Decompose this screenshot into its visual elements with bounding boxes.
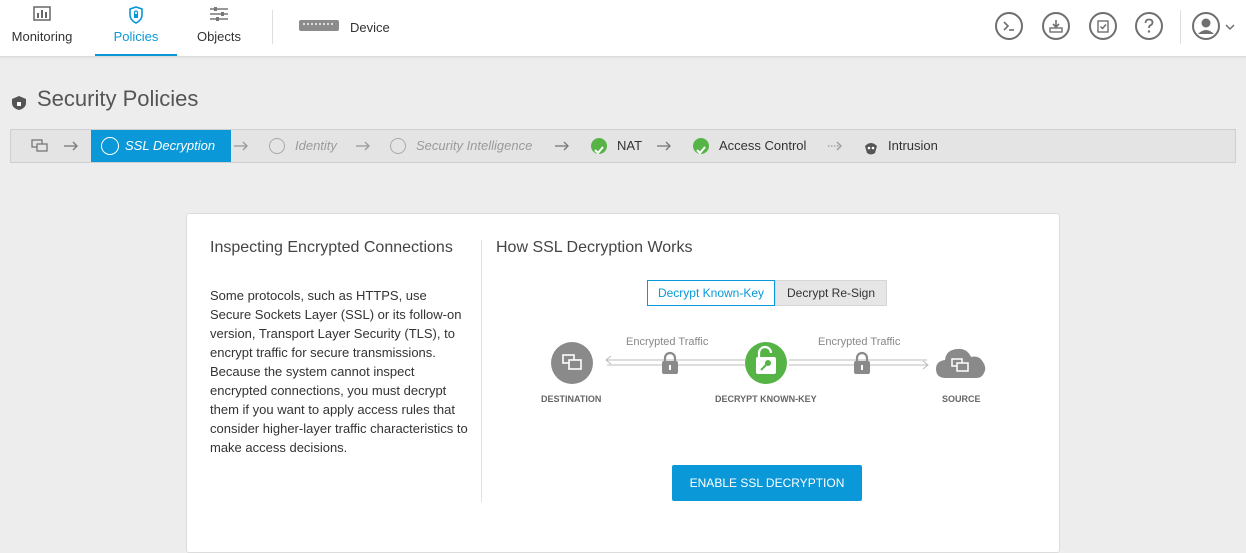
arrow-right-icon [657, 141, 671, 151]
section-title: Inspecting Encrypted Connections [210, 239, 453, 256]
nav-objects[interactable]: Objects [186, 0, 252, 56]
user-avatar-icon [1192, 12, 1220, 40]
step-access-control-label: Access Control [719, 138, 807, 153]
monitors-icon [31, 139, 48, 152]
top-nav-bar: Monitoring Policies Objects Device [0, 0, 1246, 57]
diagram-title: How SSL Decryption Works [496, 239, 693, 256]
sliders-icon [209, 6, 229, 25]
section-description: Some protocols, such as HTTPS, use Secur… [210, 288, 468, 455]
encrypted-traffic-right-label: Encrypted Traffic [818, 336, 901, 348]
monitoring-icon [33, 6, 51, 25]
arrow-right-icon [64, 141, 78, 151]
arrow-right-icon [234, 141, 248, 151]
destination-node-icon [550, 341, 594, 390]
lock-icon [852, 351, 872, 380]
step-ssl-label: SSL Decryption [125, 138, 216, 153]
ssl-flow-diagram: Encrypted Traffic Encrypted Traffic DEST… [527, 332, 1007, 412]
check-circle-icon [591, 138, 607, 155]
unlocked-key-icon [744, 341, 788, 390]
page-title-text: Security Policies [37, 86, 199, 111]
nav-policies[interactable]: Policies [95, 0, 177, 56]
deploy-button[interactable] [1042, 12, 1070, 40]
clipboard-check-icon [1097, 20, 1109, 33]
task-list-button[interactable] [1089, 12, 1117, 40]
device-icon [298, 17, 340, 40]
check-circle-icon [693, 138, 709, 155]
terminal-icon [1003, 21, 1014, 31]
intrusion-icon [863, 137, 879, 169]
cli-console-button[interactable] [995, 12, 1023, 40]
cloud-source-icon [934, 344, 988, 385]
toolbar-divider [1180, 10, 1181, 44]
chevron-down-icon [1225, 24, 1235, 31]
step-ssl-decryption[interactable]: SSL Decryption [91, 130, 231, 162]
dotted-arrow-right-icon [828, 141, 842, 151]
step-identity-label: Identity [295, 138, 337, 153]
step-start-button[interactable] [31, 139, 49, 158]
enable-ssl-decryption-button[interactable]: ENABLE SSL DECRYPTION [672, 465, 862, 501]
nav-monitoring-label: Monitoring [11, 29, 73, 44]
decrypt-known-key-label: DECRYPT KNOWN-KEY [715, 394, 817, 404]
nav-policies-label: Policies [113, 29, 159, 44]
step-security-intelligence-label: Security Intelligence [416, 138, 533, 153]
help-button[interactable] [1135, 12, 1163, 40]
step-status-circle [390, 138, 406, 154]
nav-device-label: Device [350, 20, 390, 35]
encrypted-traffic-left-label: Encrypted Traffic [626, 336, 709, 348]
arrow-right-icon [356, 141, 370, 151]
download-icon [1049, 20, 1063, 33]
policy-step-bar: SSL Decryption Identity Security Intelli… [10, 129, 1236, 163]
source-label: SOURCE [942, 394, 981, 404]
decrypt-resign-toggle[interactable]: Decrypt Re-Sign [775, 280, 887, 306]
nav-objects-label: Objects [196, 29, 242, 44]
step-status-circle [269, 138, 285, 154]
step-intrusion-label: Intrusion [888, 138, 938, 153]
nav-divider [272, 10, 273, 44]
shield-icon [127, 6, 145, 27]
user-menu[interactable] [1191, 11, 1235, 41]
step-nat-label: NAT [617, 138, 643, 153]
step-status-circle [101, 137, 119, 155]
active-tab-underline [95, 54, 177, 56]
nav-monitoring[interactable]: Monitoring [0, 0, 84, 56]
policy-shield-icon [10, 91, 28, 117]
arrow-right-icon [555, 141, 569, 151]
destination-label: DESTINATION [541, 394, 602, 404]
decrypt-known-key-toggle[interactable]: Decrypt Known-Key [647, 280, 775, 306]
lock-icon [660, 351, 680, 380]
column-divider [481, 240, 482, 502]
question-icon [1144, 18, 1154, 33]
ssl-decryption-card: Inspecting Encrypted Connections Some pr… [186, 213, 1060, 553]
